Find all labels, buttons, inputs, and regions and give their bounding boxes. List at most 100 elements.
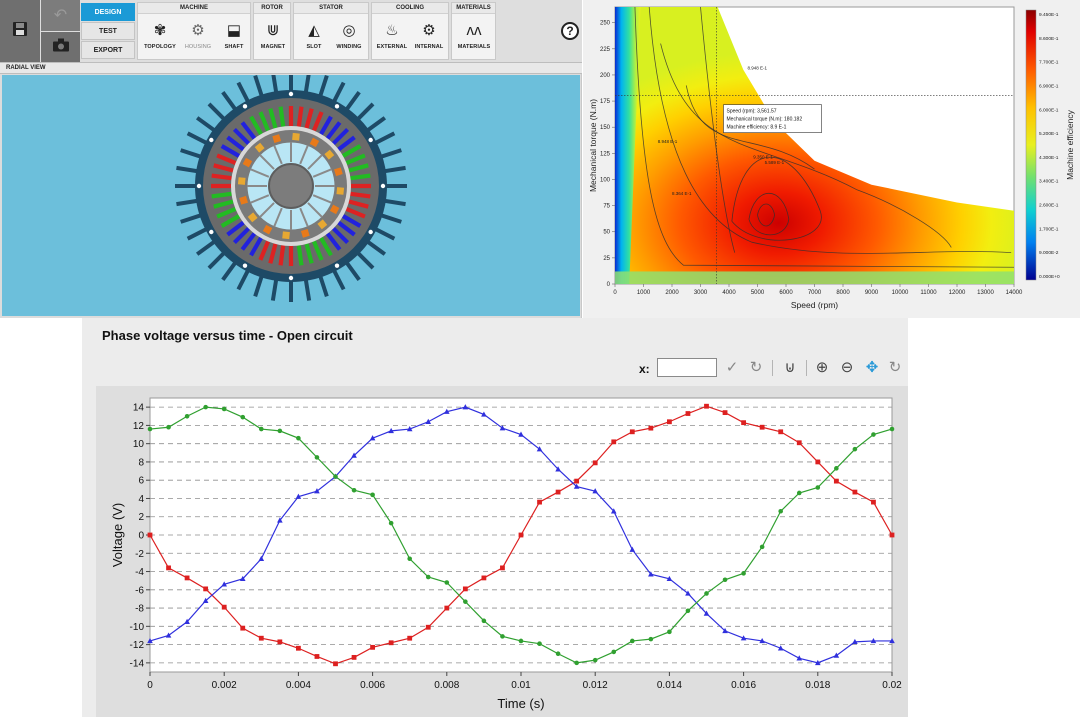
- data-point: [296, 435, 301, 441]
- y-tick-label: -4: [135, 567, 144, 578]
- colorbar-tick-label: 8.600E-1: [1039, 36, 1059, 42]
- tooltip-line: Speed (rpm): 3,561.57: [727, 109, 777, 115]
- x-axis-label: Time (s): [497, 696, 544, 711]
- data-point: [815, 485, 821, 490]
- x-tick-label: 6000: [779, 290, 793, 296]
- rotor-magnet: [242, 157, 253, 168]
- materials-tool[interactable]: ʌʌ MATERIALS: [454, 17, 494, 57]
- efficiency-map-chart[interactable]: 8.948 E-18.364 E-18.948 E-19.286 E-19.35…: [583, 0, 1080, 318]
- slot-icon: ◭: [308, 22, 320, 39]
- slot-tool[interactable]: ◭ SLOT: [294, 17, 334, 57]
- housing-tool[interactable]: ⚙ HOUSING: [178, 17, 218, 57]
- data-point: [722, 577, 728, 583]
- data-point: [537, 499, 542, 505]
- pan-icon[interactable]: ✥: [862, 358, 882, 378]
- reset-icon[interactable]: ↻: [747, 358, 765, 378]
- data-point: [685, 608, 691, 614]
- housing-bolt: [242, 104, 248, 109]
- phase-voltage-title: Phase voltage versus time - Open circuit: [102, 328, 353, 343]
- data-point: [370, 644, 375, 650]
- housing-bolt: [380, 183, 386, 189]
- data-point: [481, 575, 487, 581]
- external-cooling-tool[interactable]: ♨ EXTERNAL: [372, 17, 412, 57]
- data-point: [592, 657, 598, 663]
- y-tick-label: -10: [130, 622, 145, 633]
- phase-voltage-chart[interactable]: -14 -12 -10 -8 -6 -4 -2 0 2 4 6 8 10 12 14 0 0.002 0.004 0…: [96, 386, 908, 717]
- cursor-tooltip: Speed (rpm): 3,561.57 Mechanical torque (…: [723, 104, 822, 133]
- tab-design[interactable]: DESIGN: [81, 3, 135, 21]
- data-point: [667, 419, 672, 425]
- y-tick-label: 100: [600, 177, 611, 183]
- x-tick-label: 5000: [751, 290, 765, 296]
- undo-icon: ↶: [53, 6, 68, 24]
- materials-icon: ʌʌ: [466, 22, 482, 39]
- internal-cooling-tool[interactable]: ⚙ INTERNAL: [409, 17, 449, 57]
- data-point: [444, 605, 450, 611]
- shaft-tool[interactable]: ⬓ SHAFT: [214, 17, 254, 57]
- apply-check-icon[interactable]: ✓: [723, 358, 741, 378]
- y-tick-label: 175: [600, 99, 611, 105]
- x-value-input[interactable]: [657, 358, 717, 377]
- stator-coil: [278, 245, 286, 266]
- x-tick-label: 0.004: [286, 680, 311, 691]
- colorbar-tick-label: 1.700E-1: [1039, 226, 1059, 232]
- machine-group-title: MACHINE: [138, 3, 250, 14]
- materials-group-title: MATERIALS: [452, 3, 495, 14]
- housing-bolt: [334, 104, 340, 109]
- data-point: [500, 565, 505, 571]
- data-point: [388, 520, 394, 526]
- rotor-group: ROTOR ⋓ MAGNET: [253, 2, 291, 60]
- cooling-group-title: COOLING: [372, 3, 448, 14]
- y-tick-label: 125: [600, 151, 611, 157]
- cooling-group: COOLING ♨ EXTERNAL ⚙ INTERNAL: [371, 2, 449, 60]
- magnet-icon: ⋓: [266, 22, 280, 39]
- data-point: [147, 426, 153, 432]
- data-point: [481, 618, 487, 624]
- magnet-tool[interactable]: ⋓ MAGNET: [253, 17, 293, 57]
- rotor-magnet: [247, 212, 258, 223]
- save-button[interactable]: [0, 0, 40, 62]
- rotor-magnet: [272, 134, 282, 143]
- rotor-magnet: [300, 229, 310, 238]
- data-point: [648, 425, 654, 431]
- y-axis-label: Voltage (V): [110, 503, 125, 567]
- undo-button[interactable]: ↶: [41, 0, 80, 31]
- housing-bolt: [209, 137, 214, 143]
- housing-bolt: [288, 275, 294, 281]
- data-point: [815, 459, 821, 465]
- contour-label: 8.948 E-1: [748, 66, 768, 71]
- reset-view-icon[interactable]: ↻: [886, 358, 904, 378]
- data-point: [555, 489, 561, 495]
- colorbar-tick-label: 2.600E-1: [1039, 203, 1059, 209]
- winding-tool[interactable]: ◎ WINDING: [329, 17, 369, 57]
- help-button[interactable]: ?: [561, 22, 579, 40]
- stator-coil: [278, 106, 286, 127]
- rotor-magnet: [282, 231, 290, 240]
- tab-export[interactable]: EXPORT: [81, 41, 135, 59]
- radial-view-canvas[interactable]: [2, 70, 580, 316]
- y-tick-label: 50: [603, 230, 610, 236]
- x-tick-label: 0.02: [882, 680, 902, 691]
- y-tick-label: 4: [138, 494, 144, 505]
- zoom-out-icon[interactable]: ⊖: [837, 358, 857, 378]
- y-tick-label: 25: [603, 256, 610, 262]
- rotor-group-title: ROTOR: [254, 3, 290, 14]
- data-point: [333, 661, 338, 667]
- housing-bolt: [368, 137, 373, 143]
- motor-cross-section: [175, 70, 407, 302]
- snapshot-button[interactable]: [41, 32, 80, 62]
- efficiency-map-panel: 8.948 E-18.364 E-18.948 E-19.286 E-19.35…: [583, 0, 1080, 318]
- topology-tool[interactable]: ✾ TOPOLOGY: [140, 17, 180, 57]
- magnet-snap-icon[interactable]: ⊍: [780, 358, 800, 378]
- x-tick-label: 0.006: [360, 680, 385, 691]
- data-point: [258, 635, 264, 641]
- data-point: [611, 439, 617, 445]
- zoom-in-icon[interactable]: ⊕: [812, 358, 832, 378]
- data-point: [537, 641, 542, 646]
- data-point: [611, 649, 617, 655]
- tab-test[interactable]: TEST: [81, 22, 135, 40]
- colorbar-tick-label: 9.000E-2: [1039, 250, 1059, 256]
- external-cooling-icon: ♨: [385, 22, 399, 39]
- rotor-magnet: [336, 187, 345, 195]
- x-tick-label: 1000: [637, 290, 651, 296]
